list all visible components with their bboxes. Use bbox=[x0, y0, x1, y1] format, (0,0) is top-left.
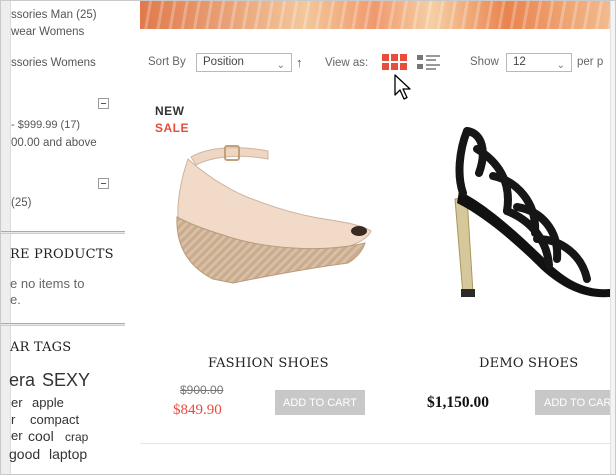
tag-link[interactable]: er bbox=[11, 395, 23, 410]
product-image-fashion-shoes[interactable] bbox=[163, 139, 378, 291]
compare-empty-text: e no items to bbox=[10, 276, 85, 291]
filter-collapse-icon[interactable] bbox=[98, 178, 109, 189]
limit-select[interactable]: 12 ⌄ bbox=[506, 53, 572, 72]
tag-link[interactable]: r bbox=[11, 412, 15, 427]
tag-link[interactable]: apple bbox=[32, 395, 64, 410]
sort-by-select[interactable]: Position ⌄ bbox=[196, 53, 292, 72]
filter-option-link[interactable]: (25) bbox=[11, 197, 31, 209]
view-as-label: View as: bbox=[325, 57, 369, 69]
show-label: Show bbox=[470, 56, 499, 68]
sidebar: ssories Man (25) wear Womens ssories Wom… bbox=[1, 1, 129, 474]
section-divider bbox=[1, 231, 125, 234]
page-frame: ssories Man (25) wear Womens ssories Wom… bbox=[0, 0, 616, 475]
price-range-link[interactable]: 00.00 and above bbox=[11, 137, 97, 149]
old-price: $900.00 bbox=[180, 383, 224, 397]
popular-tags-heading: AR TAGS bbox=[10, 340, 72, 355]
regular-price: $1,150.00 bbox=[427, 394, 489, 411]
tag-link[interactable]: crap bbox=[65, 430, 88, 444]
tag-link[interactable]: cool bbox=[28, 428, 54, 444]
category-link-accessories-man[interactable]: ssories Man (25) bbox=[11, 9, 97, 21]
product-name-link[interactable]: DEMO SHOES bbox=[479, 356, 578, 371]
banner-texture bbox=[140, 1, 610, 29]
price-range-link[interactable]: - $999.99 (17) bbox=[11, 119, 80, 131]
per-page-label: per p bbox=[577, 56, 604, 68]
sale-badge: SALE bbox=[155, 121, 190, 135]
tag-link[interactable]: compact bbox=[30, 412, 79, 427]
compare-products-heading: RE PRODUCTS bbox=[10, 247, 114, 262]
grid-view-icon[interactable] bbox=[382, 54, 408, 70]
tag-link[interactable]: SEXY bbox=[42, 370, 90, 391]
page-scrollbar[interactable] bbox=[610, 1, 615, 474]
special-price: $849.90 bbox=[173, 402, 222, 418]
product-name-link[interactable]: FASHION SHOES bbox=[208, 356, 329, 371]
product-row-divider bbox=[140, 443, 610, 444]
tag-link[interactable]: er bbox=[11, 428, 23, 443]
category-banner-image bbox=[140, 1, 610, 29]
limit-value: 12 bbox=[513, 56, 526, 68]
price-filter-collapse-icon[interactable] bbox=[98, 98, 109, 109]
tag-link[interactable]: good bbox=[9, 446, 40, 462]
section-divider bbox=[1, 323, 125, 326]
category-link-wear-womens[interactable]: wear Womens bbox=[11, 26, 84, 38]
mouse-pointer-icon bbox=[394, 74, 411, 100]
add-to-cart-button[interactable]: ADD TO CART bbox=[275, 390, 365, 415]
product-image-demo-shoes[interactable] bbox=[437, 121, 610, 301]
category-link-accessories-womens[interactable]: ssories Womens bbox=[11, 57, 96, 69]
sort-by-label: Sort By bbox=[148, 56, 186, 68]
tag-link[interactable]: era bbox=[9, 370, 35, 391]
new-badge: NEW bbox=[155, 104, 185, 118]
chevron-down-icon: ⌄ bbox=[556, 60, 565, 71]
add-to-cart-button[interactable]: ADD TO CART bbox=[535, 390, 610, 415]
list-view-icon[interactable] bbox=[417, 54, 441, 70]
sort-direction-arrow-icon[interactable]: ↑ bbox=[296, 55, 303, 70]
sort-by-value: Position bbox=[203, 56, 244, 68]
chevron-down-icon: ⌄ bbox=[276, 60, 285, 71]
compare-empty-text: e. bbox=[10, 292, 21, 307]
tag-link[interactable]: laptop bbox=[49, 446, 87, 462]
